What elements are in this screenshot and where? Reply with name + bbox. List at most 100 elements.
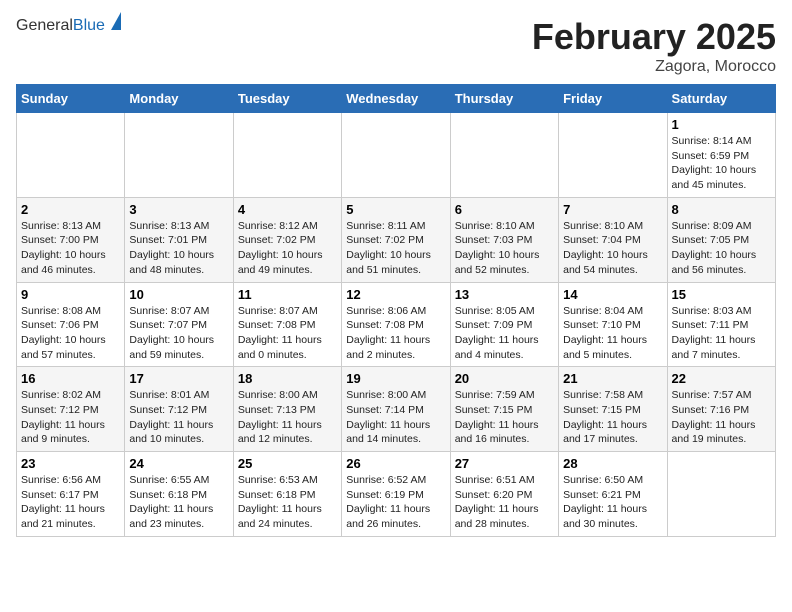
week-row-3: 9 Sunrise: 8:08 AM Sunset: 7:06 PM Daylig… xyxy=(17,282,776,367)
day-number: 23 xyxy=(21,456,120,471)
calendar-cell: 19Sunrise: 8:00 AM Sunset: 7:14 PM Dayli… xyxy=(342,367,450,452)
calendar-cell xyxy=(125,113,233,198)
page-header: GeneralBlue February 2025 Zagora, Morocc… xyxy=(16,16,776,76)
day-detail: Sunrise: 7:57 AM Sunset: 7:16 PM Dayligh… xyxy=(672,388,771,447)
day-number: 20 xyxy=(455,371,554,386)
day-number: 7 xyxy=(563,202,662,217)
day-detail: Sunrise: 6:56 AM Sunset: 6:17 PM Dayligh… xyxy=(21,473,120,532)
calendar-cell: 18 Sunrise: 8:00 AM Sunset: 7:13 PM Dayli… xyxy=(233,367,341,452)
day-header-friday: Friday xyxy=(559,85,667,113)
day-detail: Sunrise: 8:08 AM Sunset: 7:06 PM Dayligh… xyxy=(21,304,120,363)
day-header-thursday: Thursday xyxy=(450,85,558,113)
day-detail: Sunrise: 8:07 AM Sunset: 7:08 PM Dayligh… xyxy=(238,304,337,363)
day-detail: Sunrise: 7:59 AM Sunset: 7:15 PM Dayligh… xyxy=(455,388,554,447)
day-number: 14 xyxy=(563,287,662,302)
calendar-cell: 10Sunrise: 8:07 AM Sunset: 7:07 PM Dayli… xyxy=(125,282,233,367)
calendar-cell: 23 Sunrise: 6:56 AM Sunset: 6:17 PM Dayli… xyxy=(17,452,125,537)
calendar-title: February 2025 xyxy=(532,16,776,58)
day-number: 2 xyxy=(21,202,120,217)
day-number: 5 xyxy=(346,202,445,217)
calendar-subtitle: Zagora, Morocco xyxy=(532,58,776,76)
day-number: 6 xyxy=(455,202,554,217)
logo-general-text: General xyxy=(16,17,73,34)
day-detail: Sunrise: 8:01 AM Sunset: 7:12 PM Dayligh… xyxy=(129,388,228,447)
calendar-cell xyxy=(559,113,667,198)
day-number: 18 xyxy=(238,371,337,386)
calendar-cell: 15Sunrise: 8:03 AM Sunset: 7:11 PM Dayli… xyxy=(667,282,775,367)
calendar-cell: 21 Sunrise: 7:58 AM Sunset: 7:15 PM Dayli… xyxy=(559,367,667,452)
calendar-cell: 3 Sunrise: 8:13 AM Sunset: 7:01 PM Daylig… xyxy=(125,197,233,282)
day-number: 10 xyxy=(129,287,228,302)
day-number: 16 xyxy=(21,371,120,386)
day-header-row: SundayMondayTuesdayWednesdayThursdayFrid… xyxy=(17,85,776,113)
day-detail: Sunrise: 8:14 AM Sunset: 6:59 PM Dayligh… xyxy=(672,134,771,193)
week-row-2: 2 Sunrise: 8:13 AM Sunset: 7:00 PM Daylig… xyxy=(17,197,776,282)
day-detail: Sunrise: 6:52 AM Sunset: 6:19 PM Dayligh… xyxy=(346,473,445,532)
day-detail: Sunrise: 8:10 AM Sunset: 7:04 PM Dayligh… xyxy=(563,219,662,278)
week-row-5: 23 Sunrise: 6:56 AM Sunset: 6:17 PM Dayli… xyxy=(17,452,776,537)
day-header-tuesday: Tuesday xyxy=(233,85,341,113)
calendar-cell: 2 Sunrise: 8:13 AM Sunset: 7:00 PM Daylig… xyxy=(17,197,125,282)
calendar-cell: 16 Sunrise: 8:02 AM Sunset: 7:12 PM Dayli… xyxy=(17,367,125,452)
day-number: 15 xyxy=(672,287,771,302)
day-detail: Sunrise: 8:02 AM Sunset: 7:12 PM Dayligh… xyxy=(21,388,120,447)
day-detail: Sunrise: 8:10 AM Sunset: 7:03 PM Dayligh… xyxy=(455,219,554,278)
calendar-cell: 20 Sunrise: 7:59 AM Sunset: 7:15 PM Dayli… xyxy=(450,367,558,452)
day-detail: Sunrise: 8:00 AM Sunset: 7:13 PM Dayligh… xyxy=(238,388,337,447)
title-block: February 2025 Zagora, Morocco xyxy=(532,16,776,76)
day-number: 21 xyxy=(563,371,662,386)
calendar-table: SundayMondayTuesdayWednesdayThursdayFrid… xyxy=(16,84,776,537)
calendar-cell: 8Sunrise: 8:09 AM Sunset: 7:05 PM Daylig… xyxy=(667,197,775,282)
calendar-cell: 25 Sunrise: 6:53 AM Sunset: 6:18 PM Dayli… xyxy=(233,452,341,537)
day-number: 12 xyxy=(346,287,445,302)
day-number: 13 xyxy=(455,287,554,302)
day-header-sunday: Sunday xyxy=(17,85,125,113)
day-detail: Sunrise: 6:53 AM Sunset: 6:18 PM Dayligh… xyxy=(238,473,337,532)
week-row-4: 16 Sunrise: 8:02 AM Sunset: 7:12 PM Dayli… xyxy=(17,367,776,452)
calendar-cell xyxy=(342,113,450,198)
day-detail: Sunrise: 8:06 AM Sunset: 7:08 PM Dayligh… xyxy=(346,304,445,363)
day-number: 3 xyxy=(129,202,228,217)
calendar-cell: 5 Sunrise: 8:11 AM Sunset: 7:02 PM Daylig… xyxy=(342,197,450,282)
day-detail: Sunrise: 8:12 AM Sunset: 7:02 PM Dayligh… xyxy=(238,219,337,278)
day-header-monday: Monday xyxy=(125,85,233,113)
logo-icon xyxy=(111,12,121,30)
calendar-cell: 1 Sunrise: 8:14 AM Sunset: 6:59 PM Daylig… xyxy=(667,113,775,198)
logo-blue-text: Blue xyxy=(73,17,105,34)
calendar-cell: 22Sunrise: 7:57 AM Sunset: 7:16 PM Dayli… xyxy=(667,367,775,452)
day-header-wednesday: Wednesday xyxy=(342,85,450,113)
calendar-cell: 6 Sunrise: 8:10 AM Sunset: 7:03 PM Daylig… xyxy=(450,197,558,282)
day-number: 1 xyxy=(672,117,771,132)
calendar-cell: 24 Sunrise: 6:55 AM Sunset: 6:18 PM Dayli… xyxy=(125,452,233,537)
calendar-cell: 28 Sunrise: 6:50 AM Sunset: 6:21 PM Dayli… xyxy=(559,452,667,537)
day-detail: Sunrise: 6:50 AM Sunset: 6:21 PM Dayligh… xyxy=(563,473,662,532)
day-number: 26 xyxy=(346,456,445,471)
day-header-saturday: Saturday xyxy=(667,85,775,113)
day-detail: Sunrise: 8:13 AM Sunset: 7:01 PM Dayligh… xyxy=(129,219,228,278)
day-detail: Sunrise: 8:05 AM Sunset: 7:09 PM Dayligh… xyxy=(455,304,554,363)
day-detail: Sunrise: 8:04 AM Sunset: 7:10 PM Dayligh… xyxy=(563,304,662,363)
calendar-cell: 14 Sunrise: 8:04 AM Sunset: 7:10 PM Dayli… xyxy=(559,282,667,367)
day-detail: Sunrise: 8:13 AM Sunset: 7:00 PM Dayligh… xyxy=(21,219,120,278)
calendar-cell xyxy=(17,113,125,198)
calendar-cell: 17 Sunrise: 8:01 AM Sunset: 7:12 PM Dayli… xyxy=(125,367,233,452)
day-detail: Sunrise: 8:09 AM Sunset: 7:05 PM Dayligh… xyxy=(672,219,771,278)
calendar-cell: 11 Sunrise: 8:07 AM Sunset: 7:08 PM Dayli… xyxy=(233,282,341,367)
calendar-cell: 27Sunrise: 6:51 AM Sunset: 6:20 PM Dayli… xyxy=(450,452,558,537)
day-number: 25 xyxy=(238,456,337,471)
day-detail: Sunrise: 6:55 AM Sunset: 6:18 PM Dayligh… xyxy=(129,473,228,532)
day-number: 9 xyxy=(21,287,120,302)
calendar-cell: 13 Sunrise: 8:05 AM Sunset: 7:09 PM Dayli… xyxy=(450,282,558,367)
calendar-cell: 7 Sunrise: 8:10 AM Sunset: 7:04 PM Daylig… xyxy=(559,197,667,282)
day-number: 17 xyxy=(129,371,228,386)
calendar-cell xyxy=(450,113,558,198)
day-number: 19 xyxy=(346,371,445,386)
day-detail: Sunrise: 7:58 AM Sunset: 7:15 PM Dayligh… xyxy=(563,388,662,447)
day-number: 4 xyxy=(238,202,337,217)
calendar-cell: 12 Sunrise: 8:06 AM Sunset: 7:08 PM Dayli… xyxy=(342,282,450,367)
calendar-cell: 9 Sunrise: 8:08 AM Sunset: 7:06 PM Daylig… xyxy=(17,282,125,367)
day-number: 11 xyxy=(238,287,337,302)
day-detail: Sunrise: 8:11 AM Sunset: 7:02 PM Dayligh… xyxy=(346,219,445,278)
day-number: 28 xyxy=(563,456,662,471)
day-number: 24 xyxy=(129,456,228,471)
